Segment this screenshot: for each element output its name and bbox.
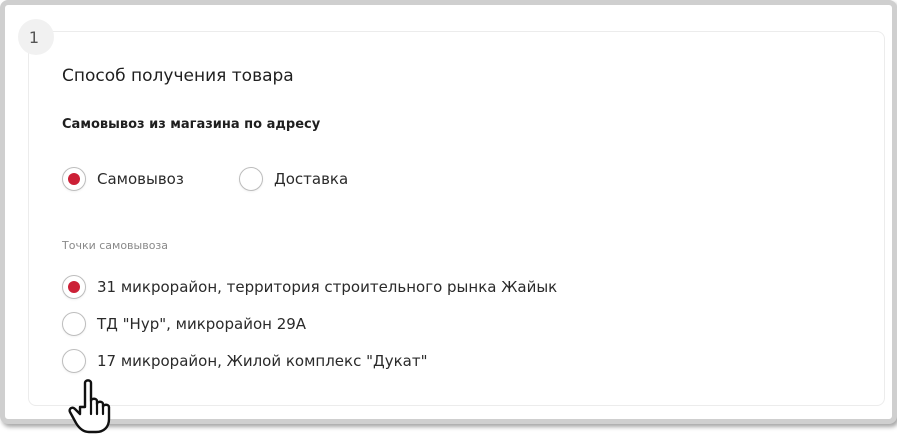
- pickup-point-label: 17 микрорайон, Жилой комплекс "Дукат": [97, 352, 428, 370]
- radio-option-pickup[interactable]: Самовывоз: [62, 167, 184, 191]
- radio-selected-dot: [68, 281, 80, 293]
- pickup-point-option[interactable]: 31 микрорайон, территория строительного …: [62, 275, 557, 299]
- radio-button[interactable]: [62, 167, 86, 191]
- pickup-point-option[interactable]: 17 микрорайон, Жилой комплекс "Дукат": [62, 349, 427, 373]
- radio-option-delivery[interactable]: Доставка: [239, 167, 348, 191]
- radio-label: Доставка: [274, 170, 349, 188]
- hand-pointer-icon: [68, 379, 111, 434]
- section-title: Способ получения товара: [62, 66, 294, 86]
- pickup-point-option[interactable]: ТД "Нур", микрорайон 29А: [62, 312, 306, 336]
- section-subtitle: Самовывоз из магазина по адресу: [62, 117, 321, 132]
- radio-button[interactable]: [62, 312, 86, 336]
- radio-button[interactable]: [62, 349, 86, 373]
- window-frame: 1 Способ получения товара Самовывоз из м…: [0, 0, 897, 424]
- pickup-points-label: Точки самовывоза: [62, 239, 169, 252]
- radio-selected-dot: [68, 173, 80, 185]
- radio-label: Самовывоз: [97, 170, 184, 188]
- pickup-point-label: 31 микрорайон, территория строительного …: [97, 278, 558, 296]
- pickup-point-label: ТД "Нур", микрорайон 29А: [97, 315, 307, 333]
- step-number-badge: 1: [18, 19, 54, 55]
- radio-button[interactable]: [239, 167, 263, 191]
- radio-button[interactable]: [62, 275, 86, 299]
